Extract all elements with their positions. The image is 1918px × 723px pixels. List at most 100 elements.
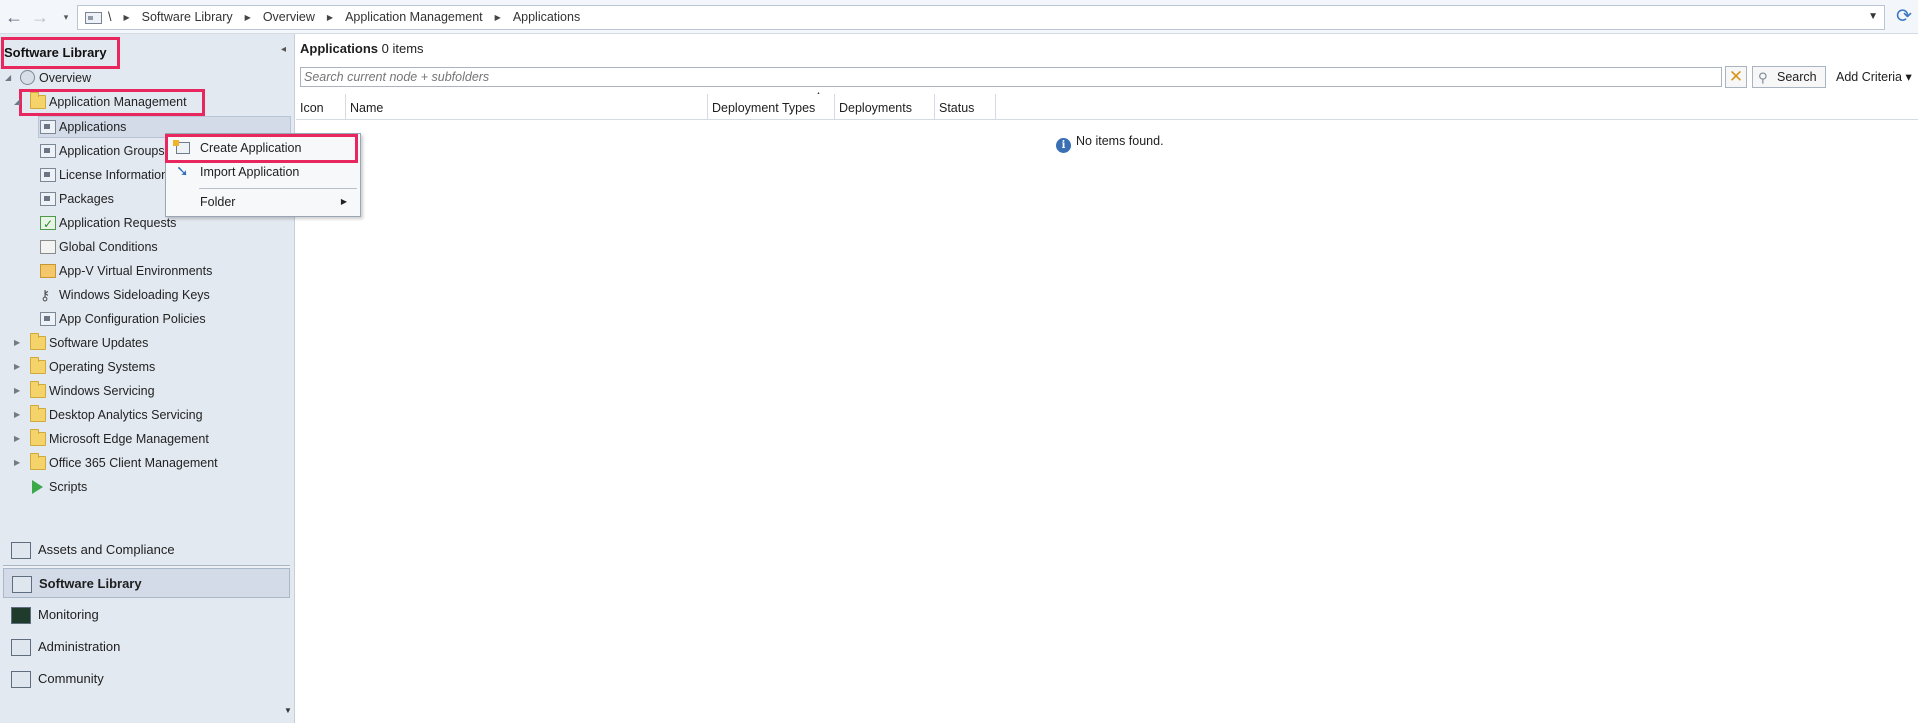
global-conditions-icon bbox=[40, 240, 56, 254]
tree-item-app-configuration-policies[interactable]: App Configuration Policies bbox=[0, 308, 290, 330]
info-icon: i bbox=[1056, 138, 1071, 153]
folder-icon bbox=[30, 453, 46, 470]
tree-item-label: Windows Sideloading Keys bbox=[59, 288, 210, 302]
breadcrumb-application-management[interactable]: Application Management bbox=[345, 10, 483, 24]
menu-item-label: Create Application bbox=[200, 141, 302, 155]
expanded-arrow-icon[interactable]: ◢ bbox=[5, 67, 11, 89]
scroll-down-icon[interactable]: ▼ bbox=[284, 706, 292, 715]
tree-item-label: Software Updates bbox=[49, 336, 149, 350]
workspace-software-library[interactable]: Software Library bbox=[3, 568, 290, 598]
breadcrumb-root[interactable]: \ bbox=[108, 10, 111, 24]
workspace-assets-and-compliance[interactable]: Assets and Compliance bbox=[3, 535, 290, 565]
list-item-count: 0 items bbox=[381, 41, 424, 56]
workspace-monitoring[interactable]: Monitoring bbox=[3, 600, 290, 630]
column-header-status[interactable]: Status bbox=[935, 94, 996, 120]
overview-icon bbox=[20, 70, 35, 85]
tree-item-microsoft-edge-management[interactable]: ▶ Microsoft Edge Management bbox=[0, 428, 290, 450]
column-header-icon[interactable]: Icon bbox=[296, 94, 346, 120]
chevron-down-icon: ▾ bbox=[1905, 70, 1912, 84]
folder-icon bbox=[30, 429, 46, 446]
tree-item-label: Packages bbox=[59, 192, 114, 206]
collapsed-arrow-icon[interactable]: ▶ bbox=[14, 356, 20, 378]
tree-item-scripts[interactable]: Scripts bbox=[0, 476, 290, 498]
tree-item-operating-systems[interactable]: ▶ Operating Systems bbox=[0, 356, 290, 378]
expanded-arrow-icon[interactable]: ◢ bbox=[14, 91, 20, 113]
tree-item-desktop-analytics-servicing[interactable]: ▶ Desktop Analytics Servicing bbox=[0, 404, 290, 426]
collapsed-arrow-icon[interactable]: ▶ bbox=[14, 380, 20, 402]
tree-item-label: Scripts bbox=[49, 480, 88, 494]
tree-item-label: App Configuration Policies bbox=[59, 312, 206, 326]
breadcrumb-separator-icon[interactable]: ▶ bbox=[245, 13, 251, 22]
workspace-administration[interactable]: Administration bbox=[3, 632, 290, 662]
refresh-icon[interactable]: ⟳ bbox=[1893, 6, 1915, 28]
tree-item-label: Overview bbox=[39, 71, 92, 85]
back-arrow-icon[interactable]: ← bbox=[4, 7, 24, 27]
software-library-icon bbox=[12, 576, 32, 593]
package-icon bbox=[40, 192, 56, 206]
menu-item-import-application[interactable]: ➘ Import Application bbox=[167, 161, 359, 183]
search-button[interactable]: ⚲ Search bbox=[1752, 66, 1826, 88]
empty-state-text: No items found. bbox=[1076, 134, 1164, 148]
tree-item-appv-virtual-environments[interactable]: App-V Virtual Environments bbox=[0, 260, 290, 282]
search-input-container[interactable] bbox=[300, 67, 1722, 87]
search-input[interactable] bbox=[301, 68, 1721, 86]
tree-item-office-365-client-management[interactable]: ▶ Office 365 Client Management bbox=[0, 452, 290, 474]
menu-item-label: Import Application bbox=[200, 165, 300, 179]
add-criteria-label: Add Criteria bbox=[1836, 70, 1902, 84]
address-bar[interactable]: \ ▶ Software Library ▶ Overview ▶ Applic… bbox=[77, 5, 1885, 30]
folder-icon bbox=[30, 381, 46, 398]
tree-item-global-conditions[interactable]: Global Conditions bbox=[0, 236, 290, 258]
community-icon bbox=[11, 671, 31, 688]
breadcrumb-separator-icon[interactable]: ▶ bbox=[123, 13, 129, 22]
menu-item-folder[interactable]: Folder ▶ bbox=[167, 191, 359, 213]
tree-item-windows-sideloading-keys[interactable]: ⚷ Windows Sideloading Keys bbox=[0, 284, 290, 306]
empty-state: i No items found. bbox=[1056, 133, 1164, 153]
collapse-pane-icon[interactable]: ◂ bbox=[281, 44, 286, 55]
collapsed-arrow-icon[interactable]: ▶ bbox=[14, 332, 20, 354]
key-icon: ⚷ bbox=[40, 287, 51, 303]
breadcrumb-applications[interactable]: Applications bbox=[513, 10, 580, 24]
folder-icon bbox=[30, 333, 46, 350]
tree-item-label: Operating Systems bbox=[49, 360, 156, 374]
clear-search-button[interactable]: ✕ bbox=[1725, 66, 1747, 88]
history-dropdown-icon[interactable]: ▾ bbox=[56, 7, 76, 27]
workspace-community[interactable]: Community bbox=[3, 664, 290, 694]
column-header-name[interactable]: Name bbox=[346, 94, 708, 120]
breadcrumb-software-library[interactable]: Software Library bbox=[142, 10, 233, 24]
collapsed-arrow-icon[interactable]: ▶ bbox=[14, 404, 20, 426]
breadcrumb-separator-icon[interactable]: ▶ bbox=[495, 13, 501, 22]
console-window-icon bbox=[85, 12, 102, 24]
list-title-name: Applications bbox=[300, 41, 379, 56]
workspace-label: Community bbox=[38, 671, 104, 686]
tree-item-overview[interactable]: ◢ Overview bbox=[0, 67, 290, 89]
breadcrumb-separator-icon[interactable]: ▶ bbox=[327, 13, 333, 22]
column-header-deployment-types[interactable]: Deployment Types bbox=[708, 94, 835, 120]
submenu-arrow-icon: ▶ bbox=[340, 197, 347, 206]
folder-icon bbox=[30, 92, 46, 109]
context-menu: Create Application ➘ Import Application … bbox=[165, 133, 361, 217]
menu-item-label: Folder bbox=[200, 195, 236, 209]
breadcrumb-overview[interactable]: Overview bbox=[263, 10, 315, 24]
import-arrow-icon: ➘ bbox=[176, 163, 189, 180]
column-header-deployments[interactable]: Deployments bbox=[835, 94, 935, 120]
app-configuration-icon bbox=[40, 312, 56, 326]
add-criteria-button[interactable]: Add Criteria ▾ bbox=[1836, 69, 1912, 84]
forward-arrow-icon[interactable]: → bbox=[30, 7, 50, 27]
collapsed-arrow-icon[interactable]: ▶ bbox=[14, 428, 20, 450]
workspace-label: Assets and Compliance bbox=[38, 542, 175, 557]
workspace-label: Administration bbox=[38, 639, 121, 654]
tree-item-label: Windows Servicing bbox=[49, 384, 155, 398]
tree-item-windows-servicing[interactable]: ▶ Windows Servicing bbox=[0, 380, 290, 402]
menu-separator bbox=[199, 188, 357, 189]
address-dropdown-icon[interactable]: ▼ bbox=[1868, 11, 1878, 22]
tree-item-application-management[interactable]: ◢ Application Management bbox=[0, 91, 290, 113]
monitoring-icon bbox=[11, 607, 31, 624]
workspace-title: Software Library bbox=[1, 37, 120, 69]
menu-item-create-application[interactable]: Create Application bbox=[167, 137, 359, 159]
tree-item-label: Office 365 Client Management bbox=[49, 456, 218, 470]
tree-item-label: App-V Virtual Environments bbox=[59, 264, 213, 278]
tree-item-label: Application Management bbox=[49, 95, 187, 109]
main-content: Applications 0 items ✕ ⚲ Search Add Crit… bbox=[296, 34, 1918, 723]
tree-item-software-updates[interactable]: ▶ Software Updates bbox=[0, 332, 290, 354]
collapsed-arrow-icon[interactable]: ▶ bbox=[14, 452, 20, 474]
